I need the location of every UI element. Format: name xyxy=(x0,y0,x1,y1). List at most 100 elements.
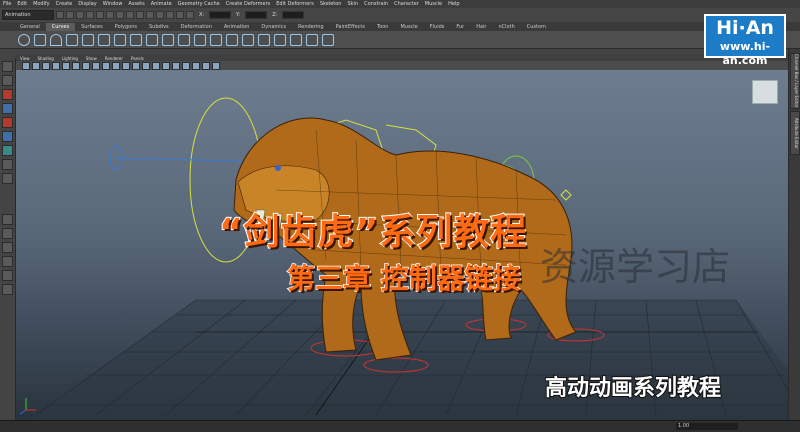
shadows-icon[interactable] xyxy=(182,61,190,70)
cut-curve-icon[interactable] xyxy=(290,33,302,46)
panel-menu-panels[interactable]: Panels xyxy=(127,56,148,61)
two-point-arc-icon[interactable] xyxy=(146,33,158,46)
cv-curve-icon[interactable] xyxy=(82,33,94,46)
layout-side-icon[interactable] xyxy=(2,242,13,253)
menu-window[interactable]: Window xyxy=(100,1,126,7)
panel-menu-lighting[interactable]: Lighting xyxy=(58,56,82,61)
image-plane-icon[interactable] xyxy=(52,61,60,70)
snap-curve-button[interactable] xyxy=(126,11,134,19)
ipr-render-button[interactable] xyxy=(176,11,184,19)
select-object-button[interactable] xyxy=(96,11,104,19)
ep-curve-icon[interactable] xyxy=(66,33,78,46)
rotate-tool-icon[interactable] xyxy=(2,117,13,128)
insert-knot-icon[interactable] xyxy=(194,33,206,46)
rebuild-curve-icon[interactable] xyxy=(258,33,270,46)
tab-deformation[interactable]: Deformation xyxy=(175,23,218,31)
tab-dynamics[interactable]: Dynamics xyxy=(255,23,292,31)
layout-outliner-icon[interactable] xyxy=(2,270,13,281)
camera-select-icon[interactable] xyxy=(22,61,30,70)
tab-muscle[interactable]: Muscle xyxy=(394,23,423,31)
safe-action-icon[interactable] xyxy=(112,61,120,70)
snap-plane-button[interactable] xyxy=(146,11,154,19)
tab-curves[interactable]: Curves xyxy=(45,23,76,31)
attach-curves-icon[interactable] xyxy=(162,33,174,46)
view-cube[interactable] xyxy=(752,80,778,104)
scale-tool-icon[interactable] xyxy=(2,131,13,142)
menu-edit[interactable]: Edit xyxy=(14,1,30,7)
tab-hair[interactable]: Hair xyxy=(470,23,492,31)
current-time-field[interactable]: 1.00 xyxy=(676,423,738,430)
panel-menu-view[interactable]: View xyxy=(16,56,34,61)
channel-box-tab[interactable]: Channel Box / Layer Editor xyxy=(790,53,800,109)
tab-rendering[interactable]: Rendering xyxy=(292,23,330,31)
z-field[interactable] xyxy=(282,11,305,19)
attribute-editor-tab[interactable]: Attribute Editor xyxy=(790,111,800,155)
layout-four-icon[interactable] xyxy=(2,228,13,239)
tab-painteffects[interactable]: PaintEffects xyxy=(330,23,371,31)
tab-fur[interactable]: Fur xyxy=(450,23,470,31)
intersect-curve-icon[interactable] xyxy=(306,33,318,46)
snap-point-button[interactable] xyxy=(136,11,144,19)
bezier-curve-icon[interactable] xyxy=(114,33,126,46)
smooth-curve-icon[interactable] xyxy=(322,33,334,46)
xray-joints-icon[interactable] xyxy=(202,61,210,70)
x-field[interactable] xyxy=(209,11,232,19)
tab-polygons[interactable]: Polygons xyxy=(109,23,143,31)
tab-ncloth[interactable]: nCloth xyxy=(493,23,521,31)
reverse-curve-icon[interactable] xyxy=(242,33,254,46)
render-button[interactable] xyxy=(166,11,174,19)
menu-create[interactable]: Create xyxy=(53,1,76,7)
manipulator-tool-icon[interactable] xyxy=(2,145,13,156)
select-hierarchy-button[interactable] xyxy=(86,11,94,19)
select-tool-icon[interactable] xyxy=(2,61,13,72)
three-point-arc-icon[interactable] xyxy=(130,33,142,46)
extend-curve-icon[interactable] xyxy=(210,33,222,46)
menu-constrain[interactable]: Constrain xyxy=(361,1,391,7)
isolate-select-icon[interactable] xyxy=(212,61,220,70)
detach-curves-icon[interactable] xyxy=(178,33,190,46)
safe-title-icon[interactable] xyxy=(122,61,130,70)
tab-custom[interactable]: Custom xyxy=(521,23,552,31)
field-chart-icon[interactable] xyxy=(102,61,110,70)
paint-select-tool-icon[interactable] xyxy=(2,89,13,100)
tab-surfaces[interactable]: Surfaces xyxy=(75,23,109,31)
menu-edit-deformers[interactable]: Edit Deformers xyxy=(273,1,317,7)
select-component-button[interactable] xyxy=(106,11,114,19)
smooth-shade-icon[interactable] xyxy=(142,61,150,70)
arc-curve-icon[interactable] xyxy=(50,33,62,46)
menu-file[interactable]: File xyxy=(0,1,14,7)
menu-character[interactable]: Character xyxy=(391,1,422,7)
history-button[interactable] xyxy=(156,11,164,19)
square-curve-icon[interactable] xyxy=(34,33,46,46)
time-slider[interactable]: 1.00 xyxy=(0,420,800,432)
menu-skeleton[interactable]: Skeleton xyxy=(317,1,345,7)
save-scene-button[interactable] xyxy=(76,11,84,19)
render-settings-button[interactable] xyxy=(186,11,194,19)
bookmark-icon[interactable] xyxy=(42,61,50,70)
layout-graph-icon[interactable] xyxy=(2,284,13,295)
panel-menu-renderer[interactable]: Renderer xyxy=(101,56,127,61)
menu-skin[interactable]: Skin xyxy=(344,1,361,7)
new-scene-button[interactable] xyxy=(56,11,64,19)
film-gate-icon[interactable] xyxy=(72,61,80,70)
camera-attributes-icon[interactable] xyxy=(32,61,40,70)
menu-animate[interactable]: Animate xyxy=(148,1,175,7)
wireframe-icon[interactable] xyxy=(132,61,140,70)
tab-fluids[interactable]: Fluids xyxy=(424,23,451,31)
grid-toggle-icon[interactable] xyxy=(62,61,70,70)
open-scene-button[interactable] xyxy=(66,11,74,19)
menu-help[interactable]: Help xyxy=(445,1,462,7)
tab-subdivs[interactable]: Subdivs xyxy=(143,23,175,31)
fillet-curve-icon[interactable] xyxy=(274,33,286,46)
use-lights-icon[interactable] xyxy=(172,61,180,70)
resolution-gate-icon[interactable] xyxy=(82,61,90,70)
move-tool-icon[interactable] xyxy=(2,103,13,114)
tab-toon[interactable]: Toon xyxy=(371,23,395,31)
last-tool-icon[interactable] xyxy=(2,159,13,170)
menu-assets[interactable]: Assets xyxy=(125,1,147,7)
lasso-tool-icon[interactable] xyxy=(2,75,13,86)
xray-icon[interactable] xyxy=(192,61,200,70)
snap-grid-button[interactable] xyxy=(116,11,124,19)
panel-menu-show[interactable]: Show xyxy=(82,56,101,61)
menu-modify[interactable]: Modify xyxy=(30,1,53,7)
